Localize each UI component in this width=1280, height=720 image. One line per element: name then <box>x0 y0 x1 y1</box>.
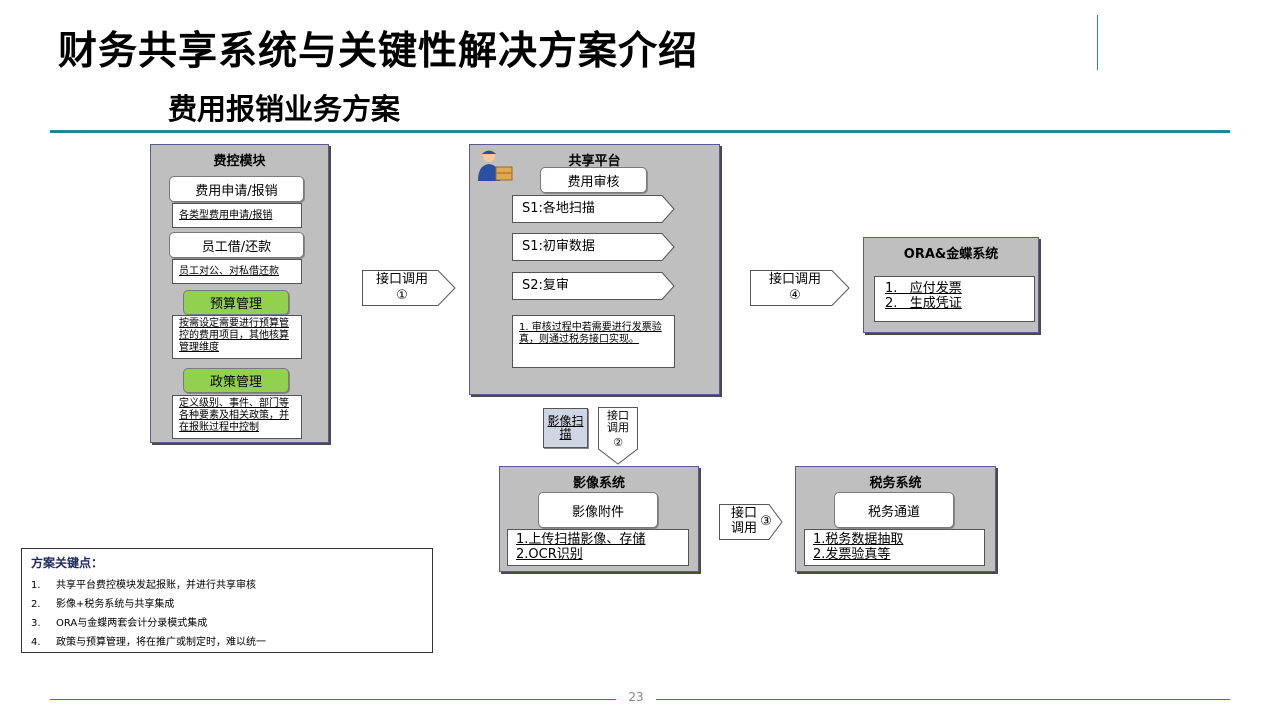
budget-button: 预算管理 <box>183 290 289 315</box>
key-point-4: 4. 政策与预算管理，将在推广或制定时，难以统一 <box>31 637 266 648</box>
loan-button: 员工借/还款 <box>169 232 304 258</box>
image-scan-box: 影像扫描 <box>543 408 588 448</box>
image-system-list: 1.上传扫描影像、存储 2.OCR识别 <box>507 529 689 566</box>
step-second-review: S2:复审 <box>512 272 675 300</box>
interface-arrow-2: 接口调用 ② <box>598 407 638 465</box>
key-point-2: 2. 影像+税务系统与共享集成 <box>31 599 175 610</box>
fee-apply-button: 费用申请/报销 <box>169 176 304 202</box>
policy-desc: 定义级别、事件、部门等各种要素及相关政策，并在报账过程中控制 <box>172 395 302 439</box>
key-points-title: 方案关键点： <box>31 556 104 570</box>
policy-button: 政策管理 <box>183 368 289 393</box>
step-scan: S1:各地扫描 <box>512 195 675 223</box>
interface-4-num: ④ <box>789 288 801 303</box>
interface-arrow-3: 接口调用 ③ <box>719 504 783 540</box>
interface-4-label: 接口调用 <box>768 272 821 287</box>
image-item-2: 2.OCR识别 <box>516 547 583 562</box>
footer-rule-right <box>656 699 1230 700</box>
key-point-1: 1. 共享平台费控模块发起报账，并进行共享审核 <box>31 580 256 591</box>
ora-item-1: 1. 应付发票 <box>885 281 962 296</box>
page-subtitle: 费用报销业务方案 <box>168 92 401 126</box>
title-rule <box>50 130 1230 133</box>
fee-audit-button: 费用审核 <box>540 167 647 193</box>
loan-desc: 员工对公、对私借还款 <box>172 259 302 284</box>
interface-3-label: 接口调用 <box>730 506 757 536</box>
step-scan-label: S1:各地扫描 <box>522 201 595 216</box>
interface-arrow-1: 接口调用 ① <box>362 270 456 306</box>
ora-item-2: 2. 生成凭证 <box>885 296 962 311</box>
key-point-3: 3. ORA与金蝶两套会计分录模式集成 <box>31 618 208 629</box>
page-title: 财务共享系统与关键性解决方案介绍 <box>58 29 699 74</box>
key-points-box: 方案关键点： 1. 共享平台费控模块发起报账，并进行共享审核 2. 影像+税务系统与… <box>21 548 433 653</box>
tax-item-2: 2.发票验真等 <box>813 547 891 562</box>
page-number: 23 <box>628 690 644 704</box>
share-platform-note: 1. 审核过程中若需要进行发票验真，则通过税务接口实现。 <box>512 315 675 368</box>
step-second-review-label: S2:复审 <box>522 278 569 293</box>
tax-channel-button: 税务通道 <box>834 492 954 528</box>
interface-arrow-4: 接口调用 ④ <box>750 270 850 306</box>
step-first-review: S1:初审数据 <box>512 233 675 261</box>
image-attach-button: 影像附件 <box>538 492 658 528</box>
image-item-1: 1.上传扫描影像、存储 <box>516 532 646 547</box>
footer-rule-left <box>50 699 616 700</box>
tax-system-title: 税务系统 <box>869 476 922 491</box>
worker-icon <box>474 147 518 183</box>
interface-2-label: 接口调用 <box>607 409 629 434</box>
fee-apply-desc: 各类型费用申请/报销 <box>172 203 302 228</box>
interface-3-num: ③ <box>760 514 772 529</box>
ora-list: 1. 应付发票 2. 生成凭证 <box>874 276 1035 322</box>
interface-1-num: ① <box>396 288 408 303</box>
header-divider <box>1097 15 1098 70</box>
interface-1-label: 接口调用 <box>375 272 428 287</box>
interface-2-num: ② <box>613 436 623 449</box>
image-system-title: 影像系统 <box>572 476 625 491</box>
ora-title: ORA&金蝶系统 <box>903 247 999 262</box>
tax-system-list: 1.税务数据抽取 2.发票验真等 <box>804 529 985 566</box>
fee-module-title: 费控模块 <box>213 154 266 169</box>
step-first-review-label: S1:初审数据 <box>522 239 595 254</box>
tax-item-1: 1.税务数据抽取 <box>813 532 904 547</box>
budget-desc: 按需设定需要进行预算管控的费用项目，其他核算管理维度 <box>172 315 302 359</box>
